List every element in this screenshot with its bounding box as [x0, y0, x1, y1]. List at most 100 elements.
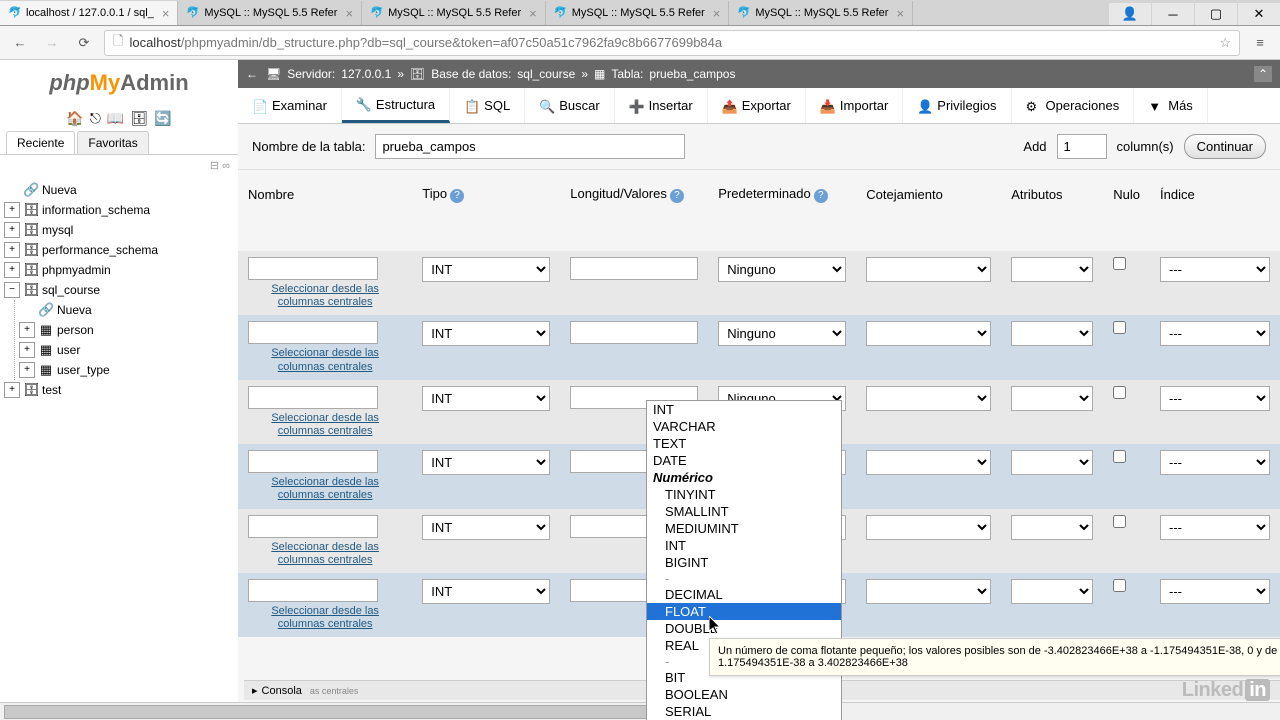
- dropdown-option[interactable]: DECIMAL: [647, 586, 841, 603]
- expand-icon[interactable]: +: [4, 262, 20, 278]
- expand-icon[interactable]: −: [4, 282, 20, 298]
- dropdown-option[interactable]: TINYINT: [647, 486, 841, 503]
- column-index-select[interactable]: ---: [1160, 257, 1270, 282]
- logo[interactable]: phpMyAdmin: [0, 60, 238, 106]
- central-columns-link[interactable]: Seleccionar desde las columnas centrales: [248, 605, 402, 631]
- column-attr-select[interactable]: [1011, 515, 1093, 540]
- expand-icon[interactable]: +: [4, 382, 20, 398]
- dropdown-option[interactable]: INT: [647, 401, 841, 418]
- tree-db-phpmyadmin[interactable]: phpmyadmin: [42, 263, 111, 277]
- column-length-input[interactable]: [570, 321, 698, 344]
- dropdown-option[interactable]: DOUBLE: [647, 620, 841, 637]
- dropdown-option[interactable]: TEXT: [647, 435, 841, 452]
- forward-button[interactable]: →: [40, 31, 64, 55]
- star-icon[interactable]: ☆: [1219, 35, 1231, 51]
- expand-icon[interactable]: +: [4, 222, 20, 238]
- reload-icon[interactable]: 🔄: [154, 110, 171, 127]
- column-null-checkbox[interactable]: [1113, 386, 1126, 399]
- tree-db-test[interactable]: test: [42, 383, 61, 397]
- dropdown-option[interactable]: SERIAL: [647, 703, 841, 720]
- expand-icon[interactable]: +: [19, 322, 35, 338]
- tab-recent[interactable]: Reciente: [6, 131, 75, 154]
- column-collation-select[interactable]: [866, 257, 991, 282]
- column-name-input[interactable]: [248, 321, 378, 344]
- column-type-select[interactable]: INT: [422, 515, 550, 540]
- column-type-select[interactable]: INT: [422, 579, 550, 604]
- column-null-checkbox[interactable]: [1113, 579, 1126, 592]
- tree-new[interactable]: Nueva: [42, 183, 77, 197]
- main-tab-más[interactable]: ▼Más: [1134, 88, 1208, 123]
- logout-icon[interactable]: ⎋: [90, 110, 101, 127]
- tree-db-mysql[interactable]: mysql: [42, 223, 73, 237]
- column-name-input[interactable]: [248, 450, 378, 473]
- table-name-input[interactable]: [375, 134, 685, 159]
- column-collation-select[interactable]: [866, 386, 991, 411]
- expand-icon[interactable]: +: [19, 362, 35, 378]
- central-columns-link[interactable]: Seleccionar desde las columnas centrales: [248, 541, 402, 567]
- close-tab-icon[interactable]: ×: [896, 6, 904, 21]
- close-tab-icon[interactable]: ×: [713, 6, 721, 21]
- help-tipo-icon[interactable]: ?: [450, 189, 464, 203]
- account-button[interactable]: 👤: [1109, 3, 1151, 25]
- dropdown-option[interactable]: VARCHAR: [647, 418, 841, 435]
- column-index-select[interactable]: ---: [1160, 321, 1270, 346]
- tree-db-information_schema[interactable]: information_schema: [42, 203, 150, 217]
- browser-tab-4[interactable]: 🐬MySQL :: MySQL 5.5 Refer×: [729, 1, 913, 25]
- dropdown-option[interactable]: INT: [647, 537, 841, 554]
- minimize-button[interactable]: ─: [1152, 3, 1194, 25]
- home-icon[interactable]: 🏠: [66, 110, 83, 127]
- column-collation-select[interactable]: [866, 321, 991, 346]
- column-type-select[interactable]: INT: [422, 321, 550, 346]
- tree-db-sql_course[interactable]: sql_course: [42, 283, 100, 297]
- main-tab-exportar[interactable]: 📤Exportar: [708, 88, 806, 123]
- main-tab-insertar[interactable]: ➕Insertar: [615, 88, 708, 123]
- column-null-checkbox[interactable]: [1113, 450, 1126, 463]
- expand-icon[interactable]: +: [4, 202, 20, 218]
- column-attr-select[interactable]: [1011, 386, 1093, 411]
- breadcrumb-server[interactable]: 127.0.0.1: [341, 67, 391, 81]
- tree-child-new[interactable]: Nueva: [57, 303, 92, 317]
- column-default-select[interactable]: Ninguno: [718, 321, 846, 346]
- tab-favorites[interactable]: Favoritas: [77, 131, 148, 154]
- expand-icon[interactable]: +: [19, 342, 35, 358]
- column-name-input[interactable]: [248, 257, 378, 280]
- dropdown-option[interactable]: BOOLEAN: [647, 686, 841, 703]
- back-button[interactable]: ←: [8, 31, 32, 55]
- horizontal-scrollbar[interactable]: [0, 702, 1280, 720]
- collapse-icon[interactable]: ⌃: [1254, 66, 1272, 82]
- dropdown-option[interactable]: DATE: [647, 452, 841, 469]
- column-attr-select[interactable]: [1011, 321, 1093, 346]
- close-tab-icon[interactable]: ×: [162, 6, 170, 21]
- tree-table-user[interactable]: user: [57, 343, 80, 357]
- browser-tab-2[interactable]: 🐬MySQL :: MySQL 5.5 Refer×: [362, 1, 546, 25]
- column-attr-select[interactable]: [1011, 579, 1093, 604]
- main-tab-privilegios[interactable]: 👤Privilegios: [903, 88, 1011, 123]
- expand-icon[interactable]: +: [4, 242, 20, 258]
- column-type-select[interactable]: INT: [422, 450, 550, 475]
- menu-button[interactable]: ≡: [1248, 31, 1272, 55]
- column-default-select[interactable]: Ninguno: [718, 257, 846, 282]
- browser-tab-1[interactable]: 🐬MySQL :: MySQL 5.5 Refer×: [178, 1, 362, 25]
- dropdown-option[interactable]: MEDIUMINT: [647, 520, 841, 537]
- tree-table-person[interactable]: person: [57, 323, 94, 337]
- column-length-input[interactable]: [570, 257, 698, 280]
- column-collation-select[interactable]: [866, 579, 991, 604]
- main-tab-examinar[interactable]: 📄Examinar: [238, 88, 342, 123]
- central-columns-link[interactable]: Seleccionar desde las columnas centrales: [248, 412, 402, 438]
- close-tab-icon[interactable]: ×: [345, 6, 353, 21]
- central-columns-link[interactable]: Seleccionar desde las columnas centrales: [248, 347, 402, 373]
- reload-button[interactable]: ⟳: [72, 31, 96, 55]
- dropdown-option[interactable]: BIGINT: [647, 554, 841, 571]
- column-collation-select[interactable]: [866, 450, 991, 475]
- main-tab-importar[interactable]: 📥Importar: [806, 88, 903, 123]
- column-index-select[interactable]: ---: [1160, 515, 1270, 540]
- column-null-checkbox[interactable]: [1113, 321, 1126, 334]
- close-window-button[interactable]: ✕: [1238, 3, 1280, 25]
- tree-table-user_type[interactable]: user_type: [57, 363, 110, 377]
- maximize-button[interactable]: ▢: [1195, 3, 1237, 25]
- main-tab-estructura[interactable]: 🔧Estructura: [342, 88, 450, 123]
- toggle-sidebar-icon[interactable]: ←: [246, 67, 260, 81]
- help-pred-icon[interactable]: ?: [814, 189, 828, 203]
- dropdown-option[interactable]: SMALLINT: [647, 503, 841, 520]
- column-name-input[interactable]: [248, 386, 378, 409]
